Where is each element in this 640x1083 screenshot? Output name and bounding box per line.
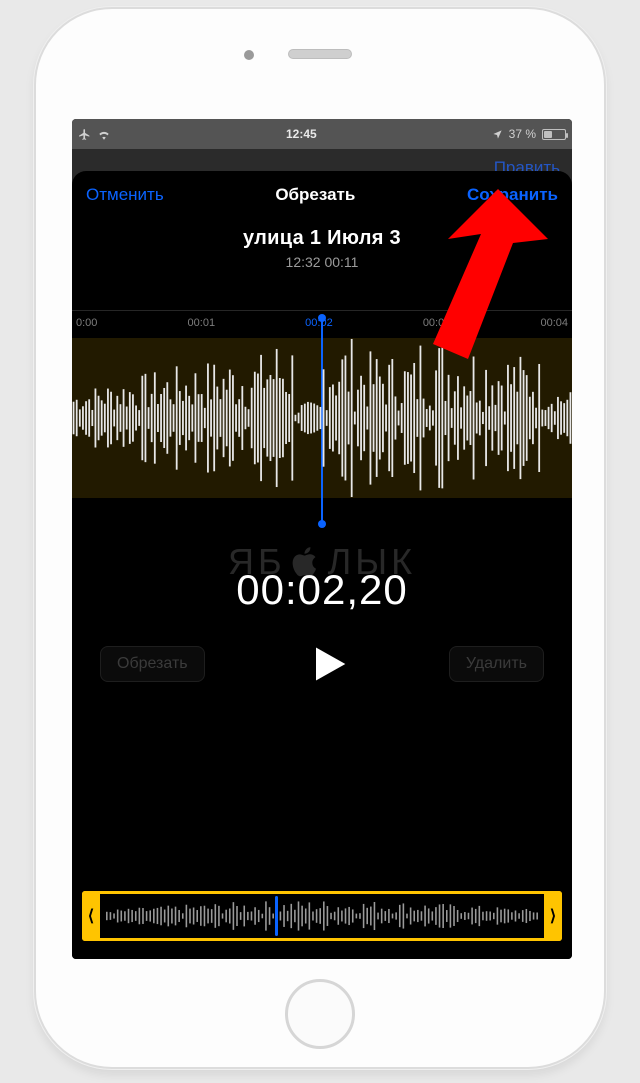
recording-subtitle: 12:32 00:11	[72, 254, 572, 270]
trim-waveform	[105, 898, 539, 934]
sheet-header: Отменить Обрезать Сохранить	[72, 171, 572, 213]
play-button[interactable]	[305, 642, 349, 686]
iphone-frame: 12:45 37 % Править Отменить Обрезать Сох…	[34, 7, 606, 1069]
play-icon	[305, 642, 349, 686]
status-time: 12:45	[286, 127, 317, 141]
save-button[interactable]: Сохранить	[467, 185, 558, 205]
trim-handle-right[interactable]: ⟩	[544, 891, 562, 941]
trim-button[interactable]: Обрезать	[100, 646, 205, 682]
battery-icon	[542, 129, 566, 140]
recording-name: улица 1 Июля 3	[72, 227, 572, 250]
cancel-button[interactable]: Отменить	[86, 185, 164, 205]
trim-handle-left[interactable]: ⟨	[82, 891, 100, 941]
screen: 12:45 37 % Править Отменить Обрезать Сох…	[72, 119, 572, 959]
battery-percent: 37 %	[509, 127, 536, 141]
waveform	[72, 310, 572, 530]
home-button[interactable]	[285, 979, 355, 1049]
trim-strip[interactable]: ⟨ ⟩	[82, 891, 562, 941]
location-icon	[492, 129, 503, 140]
status-bar: 12:45 37 %	[72, 119, 572, 149]
trim-playhead[interactable]	[275, 896, 278, 936]
front-camera	[244, 50, 254, 60]
recording-header: улица 1 Июля 3 12:32 00:11	[72, 213, 572, 270]
airplane-mode-icon	[78, 128, 91, 141]
trim-sheet: Отменить Обрезать Сохранить улица 1 Июля…	[72, 171, 572, 959]
sheet-title: Обрезать	[275, 185, 355, 205]
playback-controls: Обрезать Удалить	[72, 642, 572, 686]
playback-time: 00:02,20	[72, 566, 572, 614]
delete-button[interactable]: Удалить	[449, 646, 544, 682]
wifi-icon	[97, 129, 111, 140]
phone-speaker	[288, 49, 352, 59]
waveform-area[interactable]: 0:00 00:01 00:02 00:03 00:04	[72, 310, 572, 530]
